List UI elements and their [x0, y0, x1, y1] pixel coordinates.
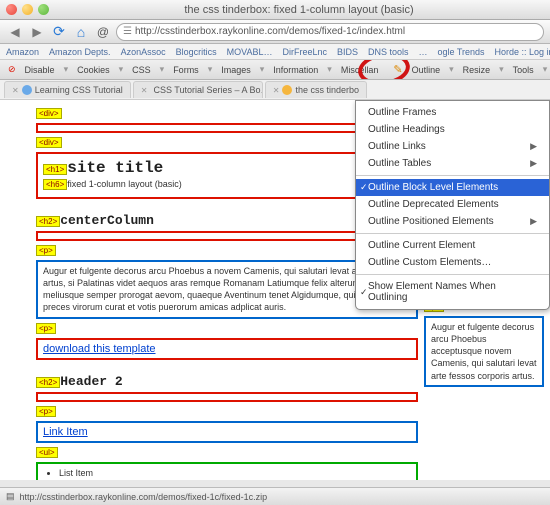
list: List Item List Item List Item <ul> List …: [43, 468, 411, 480]
browser-toolbar: ◀ ▶ ⟳ ⌂ @ ☰http://csstinderbox.raykonlin…: [0, 20, 550, 44]
bookmark-item[interactable]: MOVABL…: [227, 47, 273, 57]
element-tag: <ul>: [36, 447, 58, 458]
subtitle: fixed 1-column layout (basic): [67, 179, 182, 189]
menu-item[interactable]: Outline Custom Elements…: [356, 254, 549, 271]
element-tag: <h2>: [36, 377, 60, 388]
devbar-item[interactable]: CSS: [132, 65, 151, 75]
bookmark-item[interactable]: AzonAssoc: [121, 47, 166, 57]
element-tag: <h6>: [43, 179, 67, 190]
bookmark-item[interactable]: ogle Trends: [438, 47, 485, 57]
menu-item[interactable]: Outline Frames: [356, 104, 549, 121]
menu-item[interactable]: Outline Headings: [356, 121, 549, 138]
outline-button[interactable]: Outline: [412, 65, 441, 75]
devbar-item[interactable]: Tools: [513, 65, 534, 75]
status-text: http://csstinderbox.raykonline.com/demos…: [20, 492, 268, 502]
forward-icon[interactable]: ▶: [28, 23, 46, 41]
tab[interactable]: ✕Learning CSS Tutorial: [4, 81, 131, 98]
bookmark-item[interactable]: DirFreeLnc: [282, 47, 327, 57]
status-bar: ▤ http://csstinderbox.raykonline.com/dem…: [0, 487, 550, 505]
element-tag: <p>: [36, 406, 56, 417]
bookmark-item[interactable]: Horde :: Log in: [495, 47, 550, 57]
heading: centerColumn: [60, 213, 154, 228]
devbar-item[interactable]: Cookies: [77, 65, 110, 75]
tab[interactable]: ✕CSS Tutorial Series – A Bo…: [133, 81, 263, 98]
devbar-item[interactable]: Resize: [463, 65, 491, 75]
devbar-item[interactable]: Miscellan: [341, 65, 379, 75]
menu-item[interactable]: Outline Current Element: [356, 237, 549, 254]
menu-item-checked[interactable]: Show Element Names When Outlining: [356, 278, 549, 306]
menu-separator: [356, 274, 549, 275]
bookmarks-bar: Amazon Amazon Depts. AzonAssoc Blogcriti…: [0, 44, 550, 60]
page-content: Outline Frames Outline Headings Outline …: [0, 100, 550, 480]
menu-item-selected[interactable]: Outline Block Level Elements: [356, 179, 549, 196]
menu-item[interactable]: Outline Positioned Elements▶: [356, 213, 549, 230]
at-icon[interactable]: @: [94, 23, 112, 41]
heading: Header 2: [60, 374, 122, 389]
url-field[interactable]: ☰http://csstinderbox.raykonline.com/demo…: [116, 23, 544, 41]
element-tag: <p>: [36, 245, 56, 256]
menu-item[interactable]: Outline Deprecated Elements: [356, 196, 549, 213]
list-item: List Item: [59, 479, 411, 480]
devbar-item[interactable]: Disable: [25, 65, 55, 75]
window-title: the css tinderbox: fixed 1-column layout…: [54, 4, 544, 16]
close-icon[interactable]: ✕: [141, 86, 148, 95]
zoom-window[interactable]: [38, 4, 49, 15]
element-tag: <p>: [36, 323, 56, 334]
bookmark-item[interactable]: …: [419, 47, 428, 57]
bookmark-item[interactable]: DNS tools: [368, 47, 409, 57]
outline-menu: Outline Frames Outline Headings Outline …: [355, 100, 550, 310]
devbar-item[interactable]: Information: [273, 65, 318, 75]
devbar-item[interactable]: Forms: [173, 65, 199, 75]
minimize-window[interactable]: [22, 4, 33, 15]
page-icon: ▤: [6, 491, 15, 502]
submenu-arrow-icon: ▶: [530, 158, 537, 169]
tab[interactable]: ✕the css tinderbo: [265, 81, 367, 98]
close-window[interactable]: [6, 4, 17, 15]
menu-item[interactable]: Outline Tables▶: [356, 155, 549, 172]
tab-strip: ✕Learning CSS Tutorial ✕CSS Tutorial Ser…: [0, 80, 550, 100]
menu-item[interactable]: Outline Links▶: [356, 138, 549, 155]
site-title: site title: [67, 159, 163, 177]
bookmark-item[interactable]: Amazon: [6, 47, 39, 57]
submenu-arrow-icon: ▶: [530, 141, 537, 152]
element-tag: <div>: [36, 137, 62, 148]
link-item[interactable]: Link Item: [43, 426, 88, 438]
close-icon[interactable]: ✕: [273, 86, 280, 95]
home-icon[interactable]: ⌂: [72, 23, 90, 41]
menu-separator: [356, 233, 549, 234]
menu-separator: [356, 175, 549, 176]
bookmark-item[interactable]: Amazon Depts.: [49, 47, 111, 57]
bookmark-item[interactable]: Blogcritics: [176, 47, 217, 57]
window-titlebar: the css tinderbox: fixed 1-column layout…: [0, 0, 550, 20]
bookmark-item[interactable]: BIDS: [337, 47, 358, 57]
devbar-item[interactable]: Images: [221, 65, 251, 75]
element-tag: <h2>: [36, 216, 60, 227]
element-tag: <div>: [36, 108, 62, 119]
download-link[interactable]: download this template: [43, 343, 156, 355]
submenu-arrow-icon: ▶: [530, 216, 537, 227]
back-icon[interactable]: ◀: [6, 23, 24, 41]
element-tag: <h1>: [43, 164, 67, 175]
sidebar-paragraph: Augur et fulgente decorus arcu Phoebus a…: [424, 316, 544, 387]
close-icon[interactable]: ✕: [12, 86, 19, 95]
reload-icon[interactable]: ⟳: [50, 23, 68, 41]
list-item: List Item: [59, 468, 411, 478]
web-developer-toolbar: ⊘ Disable▾ Cookies▾ CSS▾ Forms▾ Images▾ …: [0, 60, 550, 80]
